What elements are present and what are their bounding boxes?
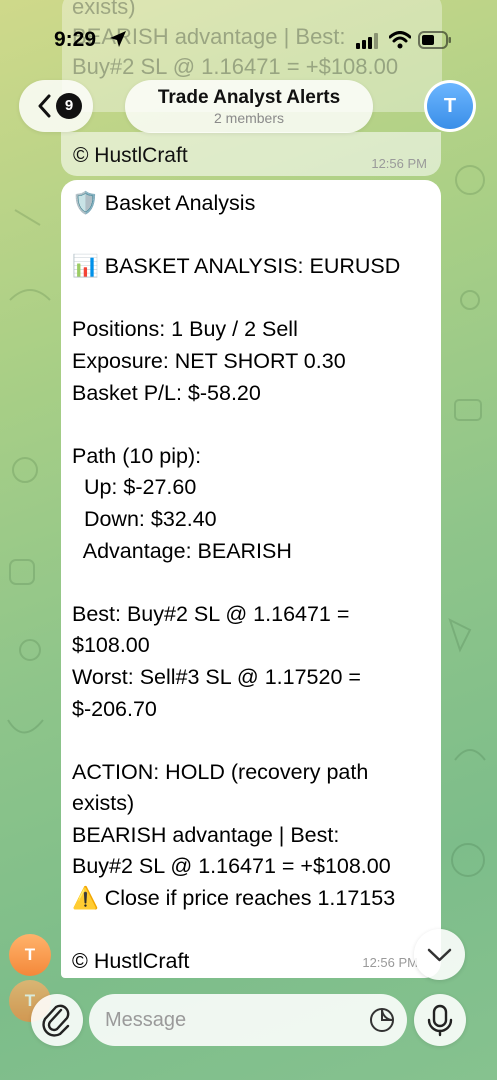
attach-button[interactable]	[31, 994, 83, 1046]
message-line: Down: $32.40	[72, 506, 217, 531]
message-line: Buy#2 SL @ 1.16471 = +$108.00	[72, 854, 391, 879]
message-line: 📊 BASKET ANALYSIS: EURUSD	[72, 254, 401, 279]
back-button[interactable]: 9	[19, 80, 93, 132]
chat-avatar-letter: T	[427, 83, 473, 129]
message-line: 🛡️ Basket Analysis	[72, 191, 256, 215]
home-indicator	[180, 1068, 317, 1073]
sender-avatar-letter: T	[24, 945, 36, 964]
chat-title-button[interactable]: Trade Analyst Alerts 2 members	[125, 80, 373, 133]
message-line: $108.00	[72, 633, 150, 658]
chevron-down-icon	[427, 948, 452, 962]
message-line	[72, 725, 437, 757]
battery-icon	[418, 31, 451, 49]
previous-message-time: 12:56 PM	[371, 156, 427, 171]
message-line: exists)	[72, 791, 135, 816]
message-line: Exposure: NET SHORT 0.30	[72, 348, 346, 373]
message-line	[72, 409, 437, 441]
message-line: Best: Buy#2 SL @ 1.16471 =	[72, 601, 350, 626]
chevron-left-icon	[38, 94, 51, 118]
chat-avatar[interactable]: T	[424, 80, 476, 132]
message-line: ⚠️ Close if price reaches 1.17153	[72, 886, 396, 911]
message-bubble[interactable]: 🛡️ Basket Analysis 📊 BASKET ANALYSIS: EUR…	[61, 180, 441, 978]
message-line: BEARISH advantage | Best:	[72, 822, 340, 847]
scroll-to-bottom-button[interactable]	[414, 929, 465, 980]
message-line: Positions: 1 Buy / 2 Sell	[72, 317, 298, 342]
cellular-signal-icon	[356, 33, 378, 49]
microphone-button[interactable]	[414, 994, 466, 1046]
wifi-icon	[389, 31, 411, 49]
status-time: 9:29	[54, 28, 97, 51]
message-line	[72, 220, 437, 252]
previous-message-text: © HustlCraft	[73, 144, 188, 167]
microphone-icon	[427, 1004, 453, 1037]
message-line	[72, 283, 437, 315]
message-line	[72, 567, 437, 599]
sender-avatar[interactable]: T	[9, 934, 51, 976]
message-line: ACTION: HOLD (recovery path	[72, 759, 369, 784]
message-text: 🛡️ Basket Analysis 📊 BASKET ANALYSIS: EUR…	[72, 188, 437, 978]
message-line: Advantage: BEARISH	[72, 538, 292, 563]
message-line	[72, 915, 437, 947]
sticker-icon[interactable]	[369, 1007, 395, 1033]
unread-count-badge: 9	[56, 93, 82, 119]
message-line: Worst: Sell#3 SL @ 1.17520 =	[72, 664, 361, 689]
message-line: $-206.70	[72, 696, 157, 721]
message-line: Up: $-27.60	[72, 475, 197, 500]
message-line: Basket P/L: $-58.20	[72, 380, 261, 405]
status-bar: 9:29	[0, 0, 497, 80]
chat-title: Trade Analyst Alerts	[157, 87, 341, 108]
message-line: Path (10 pip):	[72, 443, 202, 468]
message-time: 12:56 PM	[362, 955, 418, 970]
paperclip-icon	[42, 1004, 70, 1037]
chat-member-count: 2 members	[213, 110, 285, 126]
location-arrow-icon	[110, 31, 126, 47]
previous-message-bubble: © HustlCraft 12:56 PM	[61, 132, 441, 176]
message-input[interactable]	[89, 994, 407, 1046]
